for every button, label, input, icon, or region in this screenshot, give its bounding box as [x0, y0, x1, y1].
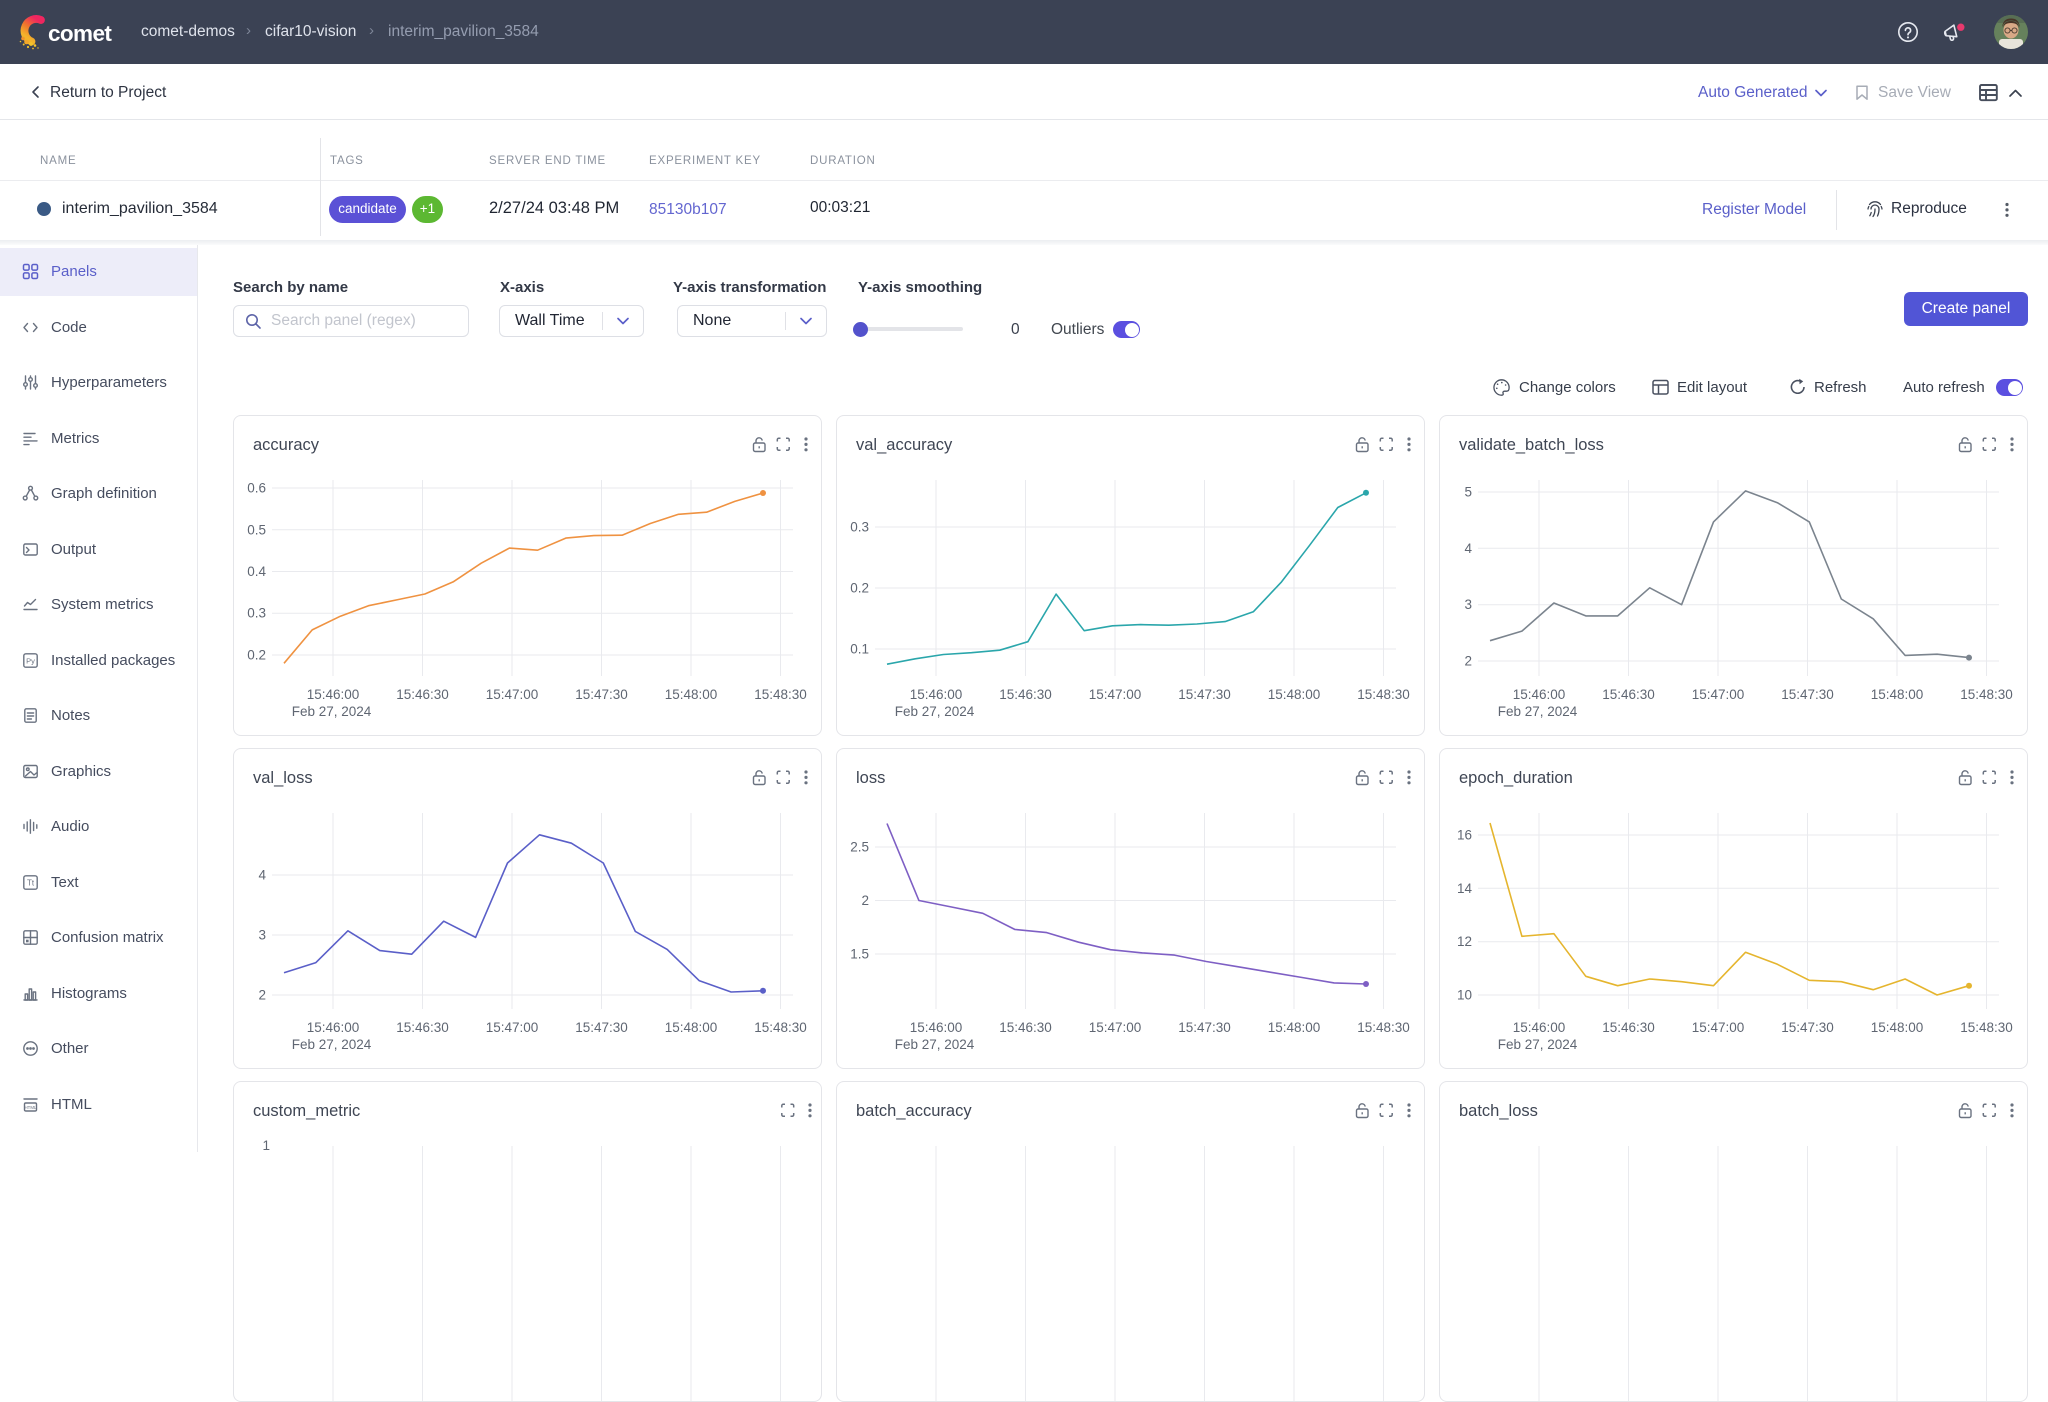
- svg-text:15:46:30: 15:46:30: [999, 1020, 1052, 1035]
- svg-text:15:48:00: 15:48:00: [665, 1020, 718, 1035]
- svg-text:5: 5: [1464, 485, 1472, 500]
- svg-text:15:47:00: 15:47:00: [486, 687, 539, 702]
- svg-text:15:46:00: 15:46:00: [910, 687, 963, 702]
- svg-text:1: 1: [262, 1138, 270, 1153]
- svg-text:accuracy: accuracy: [253, 436, 320, 454]
- svg-text:15:48:30: 15:48:30: [1960, 1020, 2013, 1035]
- svg-text:Feb 27, 2024: Feb 27, 2024: [292, 1037, 372, 1052]
- svg-text:15:48:30: 15:48:30: [1960, 687, 2013, 702]
- svg-text:15:47:00: 15:47:00: [1692, 1020, 1745, 1035]
- svg-text:10: 10: [1457, 988, 1472, 1003]
- svg-text:15:48:00: 15:48:00: [1268, 1020, 1321, 1035]
- svg-text:15:46:00: 15:46:00: [1513, 1020, 1566, 1035]
- svg-text:15:47:00: 15:47:00: [1089, 687, 1142, 702]
- svg-text:15:48:00: 15:48:00: [665, 687, 718, 702]
- svg-text:15:46:00: 15:46:00: [307, 1020, 360, 1035]
- svg-text:val_accuracy: val_accuracy: [856, 436, 953, 454]
- svg-text:15:48:30: 15:48:30: [754, 1020, 807, 1035]
- svg-text:1.5: 1.5: [850, 947, 869, 962]
- svg-text:15:47:30: 15:47:30: [1781, 687, 1834, 702]
- svg-text:0.2: 0.2: [247, 648, 266, 663]
- svg-text:15:47:00: 15:47:00: [1089, 1020, 1142, 1035]
- svg-text:Py: Py: [26, 656, 35, 665]
- svg-text:15:48:00: 15:48:00: [1871, 1020, 1924, 1035]
- svg-text:Feb 27, 2024: Feb 27, 2024: [292, 704, 372, 719]
- svg-text:12: 12: [1457, 934, 1472, 949]
- svg-text:Feb 27, 2024: Feb 27, 2024: [895, 704, 975, 719]
- svg-text:15:47:00: 15:47:00: [1692, 687, 1745, 702]
- svg-text:3: 3: [1464, 597, 1472, 612]
- svg-text:epoch_duration: epoch_duration: [1459, 769, 1573, 787]
- svg-text:15:47:00: 15:47:00: [486, 1020, 539, 1035]
- svg-text:15:47:30: 15:47:30: [1781, 1020, 1834, 1035]
- svg-text:15:46:00: 15:46:00: [1513, 687, 1566, 702]
- svg-text:15:47:30: 15:47:30: [1178, 687, 1231, 702]
- svg-text:0.2: 0.2: [850, 581, 869, 596]
- svg-text:2: 2: [861, 893, 869, 908]
- svg-text:15:46:00: 15:46:00: [910, 1020, 963, 1035]
- svg-text:Feb 27, 2024: Feb 27, 2024: [895, 1037, 975, 1052]
- svg-text:2: 2: [258, 988, 266, 1003]
- svg-text:15:48:30: 15:48:30: [1357, 687, 1410, 702]
- svg-text:batch_loss: batch_loss: [1459, 1102, 1538, 1120]
- svg-text:custom_metric: custom_metric: [253, 1102, 360, 1120]
- svg-text:15:47:30: 15:47:30: [1178, 1020, 1231, 1035]
- svg-text:HTML: HTML: [25, 1105, 38, 1110]
- svg-text:15:48:30: 15:48:30: [1357, 1020, 1410, 1035]
- svg-text:2.5: 2.5: [850, 840, 869, 855]
- svg-text:validate_batch_loss: validate_batch_loss: [1459, 436, 1604, 454]
- svg-text:16: 16: [1457, 828, 1472, 843]
- svg-text:Feb 27, 2024: Feb 27, 2024: [1498, 704, 1578, 719]
- svg-text:4: 4: [1464, 541, 1472, 556]
- svg-text:15:47:30: 15:47:30: [575, 1020, 628, 1035]
- svg-text:15:46:30: 15:46:30: [1602, 687, 1655, 702]
- svg-text:4: 4: [258, 868, 266, 883]
- svg-text:batch_accuracy: batch_accuracy: [856, 1102, 972, 1120]
- svg-text:0.4: 0.4: [247, 564, 266, 579]
- svg-text:0.3: 0.3: [850, 520, 869, 535]
- svg-text:Tt: Tt: [27, 878, 35, 887]
- svg-text:15:48:00: 15:48:00: [1871, 687, 1924, 702]
- svg-text:2: 2: [1464, 654, 1472, 669]
- svg-text:val_loss: val_loss: [253, 769, 313, 787]
- svg-text:Feb 27, 2024: Feb 27, 2024: [1498, 1037, 1578, 1052]
- svg-text:0.3: 0.3: [247, 606, 266, 621]
- svg-text:15:46:30: 15:46:30: [396, 1020, 449, 1035]
- svg-text:15:46:00: 15:46:00: [307, 687, 360, 702]
- svg-text:15:48:00: 15:48:00: [1268, 687, 1321, 702]
- svg-text:15:48:30: 15:48:30: [754, 687, 807, 702]
- svg-text:0.5: 0.5: [247, 522, 266, 537]
- svg-text:15:46:30: 15:46:30: [396, 687, 449, 702]
- svg-text:15:47:30: 15:47:30: [575, 687, 628, 702]
- svg-text:3: 3: [258, 928, 266, 943]
- svg-text:0.1: 0.1: [850, 642, 869, 657]
- svg-text:15:46:30: 15:46:30: [1602, 1020, 1655, 1035]
- svg-text:14: 14: [1457, 881, 1473, 896]
- svg-text:loss: loss: [856, 769, 885, 787]
- svg-text:15:46:30: 15:46:30: [999, 687, 1052, 702]
- svg-text:0.6: 0.6: [247, 481, 266, 496]
